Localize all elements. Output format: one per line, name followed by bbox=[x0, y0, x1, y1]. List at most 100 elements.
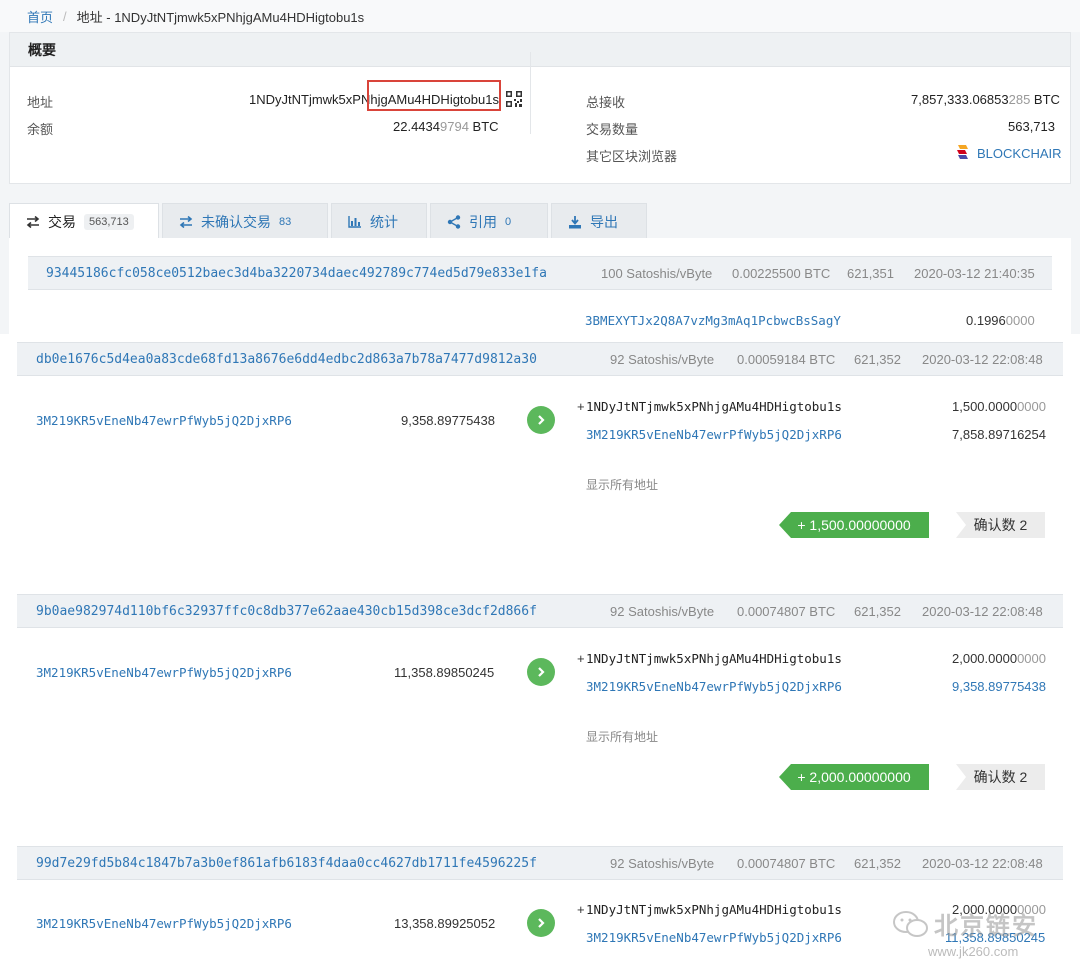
tx-block-link[interactable]: 621,351 bbox=[847, 266, 894, 281]
tx-input-address-link[interactable]: 3M219KR5vEneNb47ewrPfWyb5jQ2DjxRP6 bbox=[36, 916, 292, 931]
tx-fee-rate: 92 Satoshis/vByte bbox=[610, 855, 715, 871]
balance-main-digits: 22.4434 bbox=[393, 119, 440, 134]
amount-main: 1,500.0000 bbox=[952, 399, 1018, 414]
balance-highlight-box bbox=[367, 80, 501, 111]
amount-main: 2,000.0000 bbox=[952, 651, 1018, 666]
address-label: 地址 bbox=[27, 95, 54, 110]
tx-output-amount: 2,000.00000000 bbox=[952, 651, 1046, 666]
watermark-brand: 北京链安 bbox=[934, 913, 1038, 940]
exchange-icon bbox=[179, 215, 193, 228]
tx-fee: 0.00074807 BTC bbox=[737, 603, 836, 619]
tx-input-amount: 9,358.89775438 bbox=[401, 413, 495, 428]
blockchair-link[interactable]: BLOCKCHAIR bbox=[977, 146, 1062, 161]
balance-value: 22.44349794 BTC bbox=[393, 119, 499, 134]
tx-output-address-link[interactable]: 3M219KR5vEneNb47ewrPfWyb5jQ2DjxRP6 bbox=[586, 930, 842, 945]
total-received-unit: BTC bbox=[1030, 92, 1060, 107]
tx-header: db0e1676c5d4ea0a83cde68fd13a8676e6dd4edb… bbox=[17, 342, 1063, 376]
share-icon bbox=[447, 214, 461, 229]
tx-input-address-link[interactable]: 3M219KR5vEneNb47ewrPfWyb5jQ2DjxRP6 bbox=[36, 413, 292, 428]
amount-dim: 0000 bbox=[1017, 651, 1046, 666]
breadcrumb: 首页 / 地址 - 1NDyJtNTjmwk5xPNhjgAMu4HDHigto… bbox=[0, 0, 1080, 32]
tx-block-link[interactable]: 621,352 bbox=[854, 604, 901, 619]
tx-amount-badge: + 2,000.00000000 bbox=[779, 764, 929, 790]
tx-hash-link[interactable]: 93445186cfc058ce0512baec3d4ba3220734daec… bbox=[46, 266, 547, 281]
tx-output-address: 1NDyJtNTjmwk5xPNhjgAMu4HDHigtobu1s bbox=[586, 651, 842, 666]
tx-fee: 0.00059184 BTC bbox=[737, 351, 836, 367]
total-received-label: 总接收 bbox=[586, 95, 626, 110]
bar-chart-icon bbox=[348, 215, 361, 228]
tx-fee-rate: 100 Satoshis/vByte bbox=[601, 265, 713, 281]
tx-block-link[interactable]: 621,352 bbox=[854, 352, 901, 367]
tx-hash-link[interactable]: 99d7e29fd5b84c1847b7a3b0ef861afb6183f4da… bbox=[36, 856, 537, 871]
tx-fee: 0.00225500 BTC bbox=[732, 265, 831, 281]
tx-output-prefix: + bbox=[577, 399, 585, 414]
breadcrumb-current: 地址 - 1NDyJtNTjmwk5xPNhjgAMu4HDHigtobu1s bbox=[76, 9, 365, 25]
tx-count-value: 563,713 bbox=[1008, 119, 1055, 134]
tx-output-address: 1NDyJtNTjmwk5xPNhjgAMu4HDHigtobu1s bbox=[586, 399, 842, 414]
arrow-right-icon bbox=[527, 909, 555, 937]
tx-time: 2020-03-12 22:08:48 bbox=[922, 603, 1043, 619]
tx-time: 2020-03-12 22:08:48 bbox=[922, 351, 1043, 367]
confirmations-badge: 确认数 2 bbox=[956, 512, 1045, 538]
tx-block-link[interactable]: 621,352 bbox=[854, 856, 901, 871]
tx-time: 2020-03-12 22:08:48 bbox=[922, 855, 1043, 871]
tx-output-amount: 7,858.89716254 bbox=[952, 427, 1046, 442]
tx-hash-link[interactable]: db0e1676c5d4ea0a83cde68fd13a8676e6dd4edb… bbox=[36, 352, 537, 367]
tab-label: 未确认交易 bbox=[201, 213, 271, 230]
tx-output-amount-link[interactable]: 9,358.89775438 bbox=[952, 679, 1046, 694]
tx-output-address: 1NDyJtNTjmwk5xPNhjgAMu4HDHigtobu1s bbox=[586, 902, 842, 917]
tab-export[interactable]: 导出 bbox=[551, 203, 647, 239]
tx-hash-link[interactable]: 9b0ae982974d110bf6c32937ffc0c8db377e62aa… bbox=[36, 604, 537, 619]
amount-dim: 0000 bbox=[1017, 399, 1046, 414]
wechat-icon bbox=[893, 911, 928, 937]
total-received-dim: 285 bbox=[1008, 92, 1031, 107]
tab-statistics[interactable]: 统计 bbox=[331, 203, 427, 239]
balance-unit: BTC bbox=[468, 119, 499, 134]
tx-output-address-link[interactable]: 3BMEXYTJx2Q8A7vzMg3mAq1PcbwcBsSagY bbox=[585, 313, 841, 328]
tx-output-prefix: + bbox=[577, 902, 585, 917]
exchange-icon bbox=[26, 215, 40, 228]
tab-references[interactable]: 引用 0 bbox=[430, 203, 548, 239]
overview-divider bbox=[530, 52, 531, 134]
tx-input-amount: 13,358.89925052 bbox=[394, 916, 496, 931]
tx-fee-rate: 92 Satoshis/vByte bbox=[610, 603, 715, 619]
tab-count-badge: 0 bbox=[505, 215, 512, 228]
qr-code-icon[interactable] bbox=[506, 91, 522, 107]
tab-count-badge: 83 bbox=[279, 215, 292, 228]
tx-input-address-link[interactable]: 3M219KR5vEneNb47ewrPfWyb5jQ2DjxRP6 bbox=[36, 665, 292, 680]
tx-time: 2020-03-12 21:40:35 bbox=[914, 265, 1035, 281]
tab-label: 交易 bbox=[48, 213, 76, 230]
show-all-addresses-link[interactable]: 显示所有地址 bbox=[586, 476, 658, 493]
download-icon bbox=[569, 215, 581, 228]
blockchair-logo-icon bbox=[957, 145, 968, 159]
balance-label: 余额 bbox=[27, 122, 54, 137]
breadcrumb-home-link[interactable]: 首页 bbox=[27, 7, 53, 26]
tab-label: 引用 bbox=[469, 213, 497, 230]
tab-unconfirmed[interactable]: 未确认交易 83 bbox=[162, 203, 328, 239]
tx-header: 93445186cfc058ce0512baec3d4ba3220734daec… bbox=[28, 256, 1052, 290]
tx-output-prefix: + bbox=[577, 651, 585, 666]
tx-header: 99d7e29fd5b84c1847b7a3b0ef861afb6183f4da… bbox=[17, 846, 1063, 880]
balance-dim-digits: 9794 bbox=[440, 119, 469, 134]
tx-amount-badge: + 1,500.00000000 bbox=[779, 512, 929, 538]
tab-label: 统计 bbox=[370, 213, 398, 230]
tab-label: 导出 bbox=[590, 213, 618, 230]
tx-output-amount: 1,500.00000000 bbox=[952, 399, 1046, 414]
confirmations-badge: 确认数 2 bbox=[956, 764, 1045, 790]
tab-count-badge: 563,713 bbox=[84, 213, 134, 230]
other-explorer-label: 其它区块浏览器 bbox=[586, 149, 678, 164]
tx-header: 9b0ae982974d110bf6c32937ffc0c8db377e62aa… bbox=[17, 594, 1063, 628]
total-received-value: 7,857,333.06853285 BTC bbox=[911, 92, 1060, 107]
tx-count-label: 交易数量 bbox=[586, 122, 639, 137]
overview-title: 概要 bbox=[10, 33, 1070, 67]
tab-transactions[interactable]: 交易 563,713 bbox=[9, 203, 159, 239]
arrow-right-icon bbox=[527, 658, 555, 686]
breadcrumb-separator: / bbox=[63, 8, 67, 24]
arrow-right-icon bbox=[527, 406, 555, 434]
tx-output-address-link[interactable]: 3M219KR5vEneNb47ewrPfWyb5jQ2DjxRP6 bbox=[586, 427, 842, 442]
amount-dim: 0000 bbox=[1005, 313, 1035, 328]
tx-output-address-link[interactable]: 3M219KR5vEneNb47ewrPfWyb5jQ2DjxRP6 bbox=[586, 679, 842, 694]
tx-fee: 0.00074807 BTC bbox=[737, 855, 836, 871]
show-all-addresses-link[interactable]: 显示所有地址 bbox=[586, 728, 658, 745]
overview-panel: 概要 bbox=[9, 32, 1071, 184]
